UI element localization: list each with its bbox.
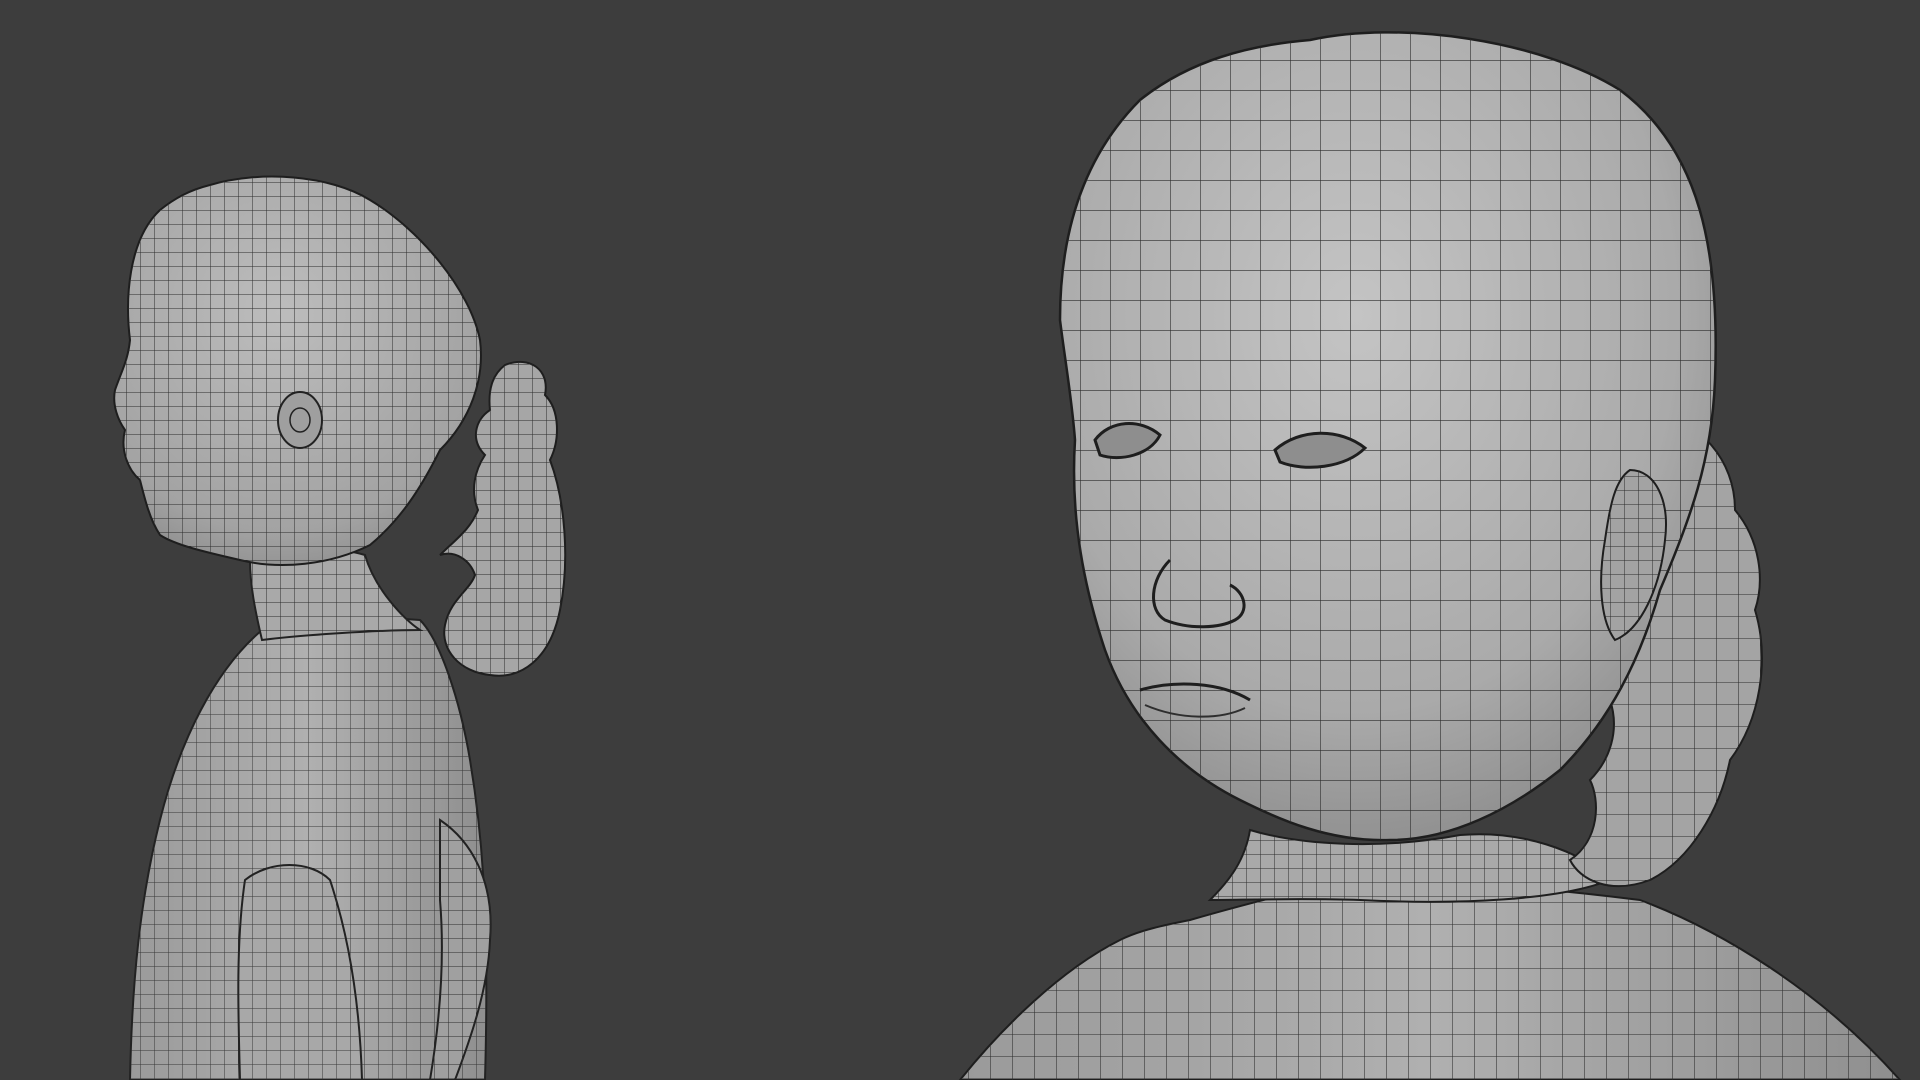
character-front-closeup[interactable] xyxy=(958,31,1902,1080)
character-side-view[interactable] xyxy=(113,175,567,1080)
viewport-canvas xyxy=(113,31,1902,1080)
side-ear-mesh xyxy=(277,391,323,449)
3d-viewport[interactable] xyxy=(0,0,1920,1080)
